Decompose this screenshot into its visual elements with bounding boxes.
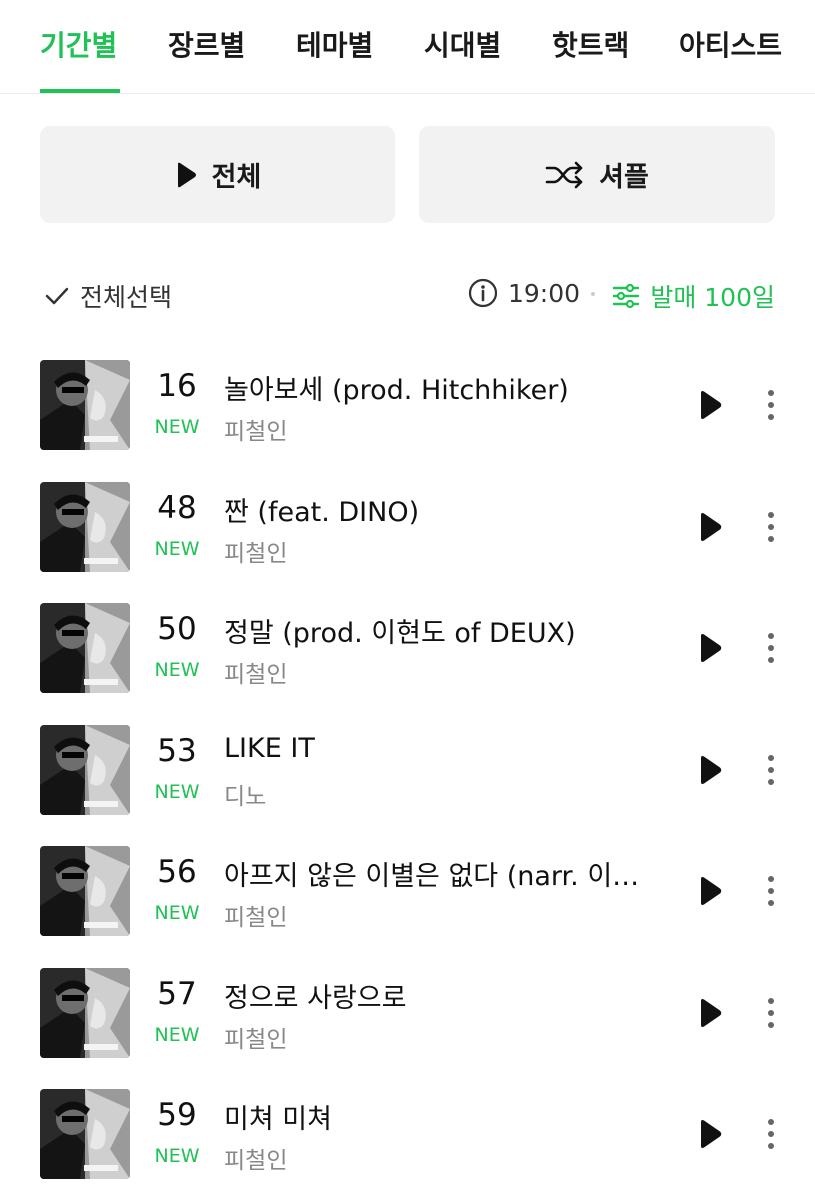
select-all-toggle[interactable]: 전체선택 [44, 278, 172, 314]
track-play-button[interactable] [690, 628, 730, 668]
track-row[interactable]: 16 NEW 놀아보세 (prod. Hitchhiker) 피철인 [0, 360, 815, 450]
track-rank: 50 [157, 611, 197, 647]
track-title[interactable]: 정으로 사랑으로 [224, 976, 656, 1015]
track-artist[interactable]: 디노 [224, 777, 266, 811]
more-vertical-icon [768, 755, 774, 785]
track-rank: 56 [157, 854, 197, 890]
track-rank: 59 [157, 1097, 197, 1133]
separator-dot [591, 292, 595, 296]
track-rank: 48 [157, 490, 197, 526]
play-icon [701, 877, 722, 905]
list-toolbar: 전체선택 19:00 발매 100일 [40, 270, 775, 318]
new-badge: NEW [154, 1145, 200, 1167]
track-play-button[interactable] [690, 871, 730, 911]
release-filter-label: 발매 100일 [650, 283, 775, 312]
category-tabs: 기간별 장르별 테마별 시대별 핫트랙 아티스트 [0, 0, 815, 94]
play-icon [177, 162, 196, 187]
track-play-button[interactable] [690, 1114, 730, 1154]
track-more-button[interactable] [755, 628, 787, 668]
album-cover[interactable] [40, 360, 130, 450]
track-artist[interactable]: 피철인 [224, 412, 287, 446]
new-badge: NEW [154, 781, 200, 803]
track-more-button[interactable] [755, 993, 787, 1033]
shuffle-label: 셔플 [599, 162, 649, 193]
track-play-button[interactable] [690, 993, 730, 1033]
track-rank: 53 [157, 733, 197, 769]
chart-time: 19:00 [507, 278, 580, 308]
play-icon [701, 513, 722, 541]
track-row[interactable]: 48 NEW 짠 (feat. DINO) 피철인 [0, 482, 815, 572]
track-row[interactable]: 57 NEW 정으로 사랑으로 피철인 [0, 968, 815, 1058]
track-rank: 16 [157, 368, 197, 404]
track-play-button[interactable] [690, 385, 730, 425]
track-more-button[interactable] [755, 507, 787, 547]
track-play-button[interactable] [690, 507, 730, 547]
check-icon [45, 287, 69, 305]
album-cover[interactable] [40, 603, 130, 693]
play-icon [701, 999, 722, 1027]
chart-time-info: 19:00 [468, 278, 580, 308]
track-title[interactable]: 짠 (feat. DINO) [224, 490, 656, 529]
tab-era[interactable]: 시대별 [424, 28, 501, 64]
track-more-button[interactable] [755, 871, 787, 911]
more-vertical-icon [768, 876, 774, 906]
tab-period[interactable]: 기간별 [40, 28, 117, 64]
play-icon [701, 1120, 722, 1148]
tab-genre[interactable]: 장르별 [168, 28, 245, 64]
more-vertical-icon [768, 633, 774, 663]
track-artist[interactable]: 피철인 [224, 1141, 287, 1175]
play-icon [701, 391, 722, 419]
sliders-icon [613, 283, 640, 309]
track-title[interactable]: 놀아보세 (prod. Hitchhiker) [224, 368, 656, 407]
more-vertical-icon [768, 512, 774, 542]
track-more-button[interactable] [755, 750, 787, 790]
track-row[interactable]: 59 NEW 미쳐 미쳐 피철인 [0, 1089, 815, 1179]
shuffle-icon [545, 161, 583, 188]
active-tab-indicator [40, 89, 120, 93]
track-row[interactable]: 56 NEW 아프지 않은 이별은 없다 (narr. 이… 피철인 [0, 846, 815, 936]
track-more-button[interactable] [755, 1114, 787, 1154]
play-all-label: 전체 [211, 162, 262, 193]
play-icon [701, 756, 722, 784]
new-badge: NEW [154, 538, 200, 560]
new-badge: NEW [154, 902, 200, 924]
track-artist[interactable]: 피철인 [224, 898, 287, 932]
album-cover[interactable] [40, 1089, 130, 1179]
track-row[interactable]: 50 NEW 정말 (prod. 이현도 of DEUX) 피철인 [0, 603, 815, 693]
more-vertical-icon [768, 1119, 774, 1149]
play-all-button[interactable]: 전체 [40, 126, 395, 223]
track-title[interactable]: 미쳐 미쳐 [224, 1097, 656, 1136]
track-artist[interactable]: 피철인 [224, 655, 287, 689]
release-filter[interactable]: 발매 100일 [612, 278, 775, 314]
tab-hottrack[interactable]: 핫트랙 [552, 28, 629, 64]
track-title[interactable]: 아프지 않은 이별은 없다 (narr. 이… [224, 854, 656, 893]
track-title[interactable]: LIKE IT [224, 733, 656, 764]
new-badge: NEW [154, 416, 200, 438]
track-rank: 57 [157, 976, 197, 1012]
select-all-label: 전체선택 [80, 283, 173, 312]
track-play-button[interactable] [690, 750, 730, 790]
new-badge: NEW [154, 1024, 200, 1046]
info-icon[interactable] [468, 278, 498, 308]
more-vertical-icon [768, 998, 774, 1028]
album-cover[interactable] [40, 846, 130, 936]
album-cover[interactable] [40, 725, 130, 815]
more-vertical-icon [768, 390, 774, 420]
track-title[interactable]: 정말 (prod. 이현도 of DEUX) [224, 611, 656, 650]
tab-theme[interactable]: 테마별 [296, 28, 373, 64]
track-artist[interactable]: 피철인 [224, 534, 287, 568]
tab-artist[interactable]: 아티스트 [679, 28, 782, 64]
track-more-button[interactable] [755, 385, 787, 425]
album-cover[interactable] [40, 482, 130, 572]
album-cover[interactable] [40, 968, 130, 1058]
new-badge: NEW [154, 659, 200, 681]
shuffle-button[interactable]: 셔플 [419, 126, 775, 223]
track-artist[interactable]: 피철인 [224, 1020, 287, 1054]
play-icon [701, 634, 722, 662]
track-row[interactable]: 53 NEW LIKE IT 디노 [0, 725, 815, 815]
